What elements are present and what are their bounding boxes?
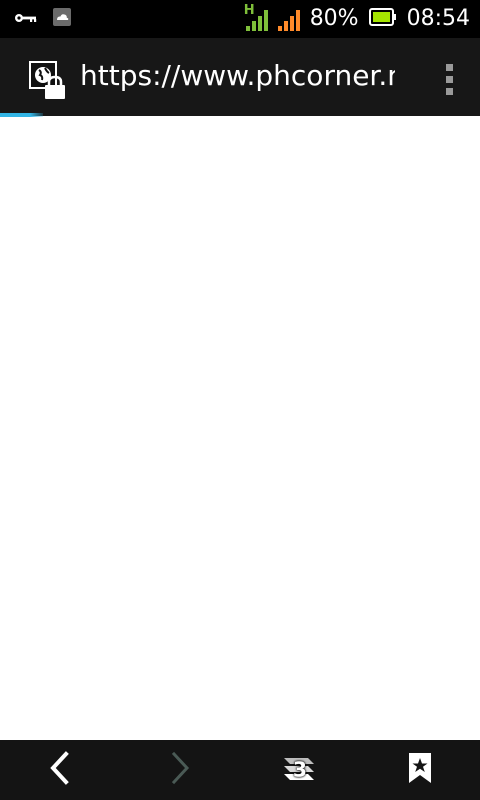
battery-percentage: 80% <box>309 6 359 31</box>
battery-icon <box>368 7 397 31</box>
tabs-count: 3 <box>293 757 307 782</box>
status-bar: H 80% 08:54 <box>0 0 480 38</box>
web-content-area[interactable] <box>0 117 480 740</box>
cloud-sync-icon <box>52 7 72 31</box>
tabs-button[interactable]: 3 <box>240 740 360 800</box>
browser-toolbar: https://www.phcorner.net <box>0 38 480 116</box>
signal-strength-icon-secondary <box>276 6 302 32</box>
clock: 08:54 <box>406 6 470 31</box>
vpn-key-icon <box>14 10 38 29</box>
overflow-menu-icon[interactable] <box>442 62 458 98</box>
browser-screen: H 80% 08:54 https://www.phcorner. 3 <box>0 0 480 800</box>
tabs-icon: 3 <box>280 754 320 786</box>
bottom-nav-bar: 3 <box>0 740 480 800</box>
signal-strength-icon: H <box>244 4 270 32</box>
forward-icon <box>168 751 192 789</box>
back-button[interactable] <box>0 740 120 800</box>
bookmarks-icon <box>407 751 433 789</box>
secure-globe-icon[interactable] <box>28 60 72 104</box>
back-icon <box>48 751 72 789</box>
url-field[interactable]: https://www.phcorner.net <box>80 56 395 96</box>
bookmarks-button[interactable] <box>360 740 480 800</box>
forward-button[interactable] <box>120 740 240 800</box>
